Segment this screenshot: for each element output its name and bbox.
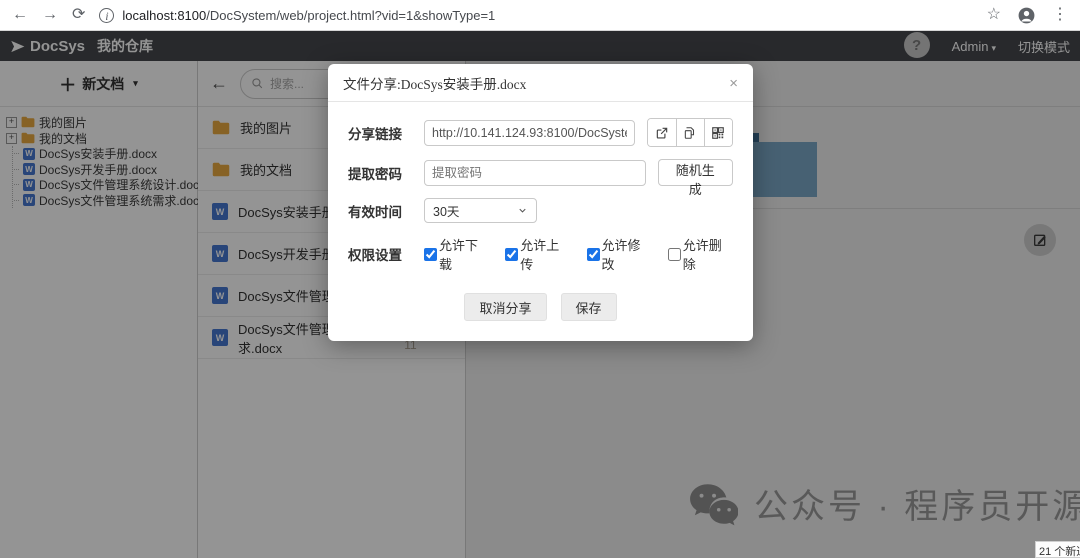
permissions-label: 权限设置 <box>348 244 424 264</box>
external-link-icon <box>655 126 669 140</box>
qr-code-button[interactable] <box>704 119 732 146</box>
perm-label: 允许修改 <box>602 235 652 273</box>
url-path: /DocSystem/web/project.html?vid=1&showTy… <box>206 8 495 23</box>
perm-label: 允许删除 <box>683 235 733 273</box>
perm-allow-upload[interactable]: 允许上传 <box>505 235 570 273</box>
address-bar[interactable]: i localhost:8100/DocSystem/web/project.h… <box>99 8 972 23</box>
expire-value: 30天 <box>433 201 459 220</box>
link-actions <box>647 118 733 147</box>
random-generate-button[interactable]: 随机生成 <box>658 159 733 186</box>
save-button[interactable]: 保存 <box>561 293 617 321</box>
cancel-share-button[interactable]: 取消分享 <box>464 293 546 321</box>
chevron-down-icon <box>517 205 528 216</box>
dialog-title: 文件分享:DocSys安装手册.docx <box>343 73 526 93</box>
notification-toast[interactable]: 21 个新通知 <box>1035 541 1080 558</box>
perm-label: 允许上传 <box>520 235 570 273</box>
perm-allow-delete[interactable]: 允许删除 <box>668 235 733 273</box>
browser-toolbar: ← → ⟳ i localhost:8100/DocSystem/web/pro… <box>0 0 1080 31</box>
perm-checkbox[interactable] <box>668 248 681 261</box>
share-link-input[interactable] <box>424 120 635 146</box>
perm-label: 允许下载 <box>439 235 489 273</box>
perm-checkbox[interactable] <box>505 248 518 261</box>
open-link-button[interactable] <box>648 119 675 146</box>
site-info-icon[interactable]: i <box>99 8 114 23</box>
copy-link-button[interactable] <box>676 119 704 146</box>
close-icon[interactable]: × <box>729 76 738 91</box>
browser-forward-icon[interactable]: → <box>42 7 58 23</box>
browser-menu-icon[interactable]: ⋮ <box>1052 7 1068 23</box>
expire-label: 有效时间 <box>348 201 424 221</box>
url-text: localhost:8100/DocSystem/web/project.htm… <box>122 8 495 23</box>
browser-reload-icon[interactable]: ⟳ <box>72 7 85 23</box>
perm-checkbox[interactable] <box>587 248 600 261</box>
url-host: localhost:8100 <box>122 8 206 23</box>
browser-profile-icon[interactable] <box>1017 6 1036 25</box>
password-label: 提取密码 <box>348 163 424 183</box>
share-link-label: 分享链接 <box>348 123 424 143</box>
perm-allow-download[interactable]: 允许下载 <box>424 235 489 273</box>
page: DocSys 我的仓库 ? Admin▾ 切换模式 ＋ 新文档 ▾ + 我的图片 <box>0 31 1080 558</box>
perm-allow-modify[interactable]: 允许修改 <box>587 235 652 273</box>
share-dialog: 文件分享:DocSys安装手册.docx × 分享链接 <box>328 64 753 341</box>
bookmark-star-icon[interactable]: ☆ <box>987 7 1001 23</box>
browser-back-icon[interactable]: ← <box>12 7 28 23</box>
permissions-group: 允许下载 允许上传 允许修改 允许删除 <box>424 235 733 273</box>
qr-code-icon <box>711 126 725 140</box>
password-input[interactable] <box>424 160 646 186</box>
expire-select[interactable]: 30天 <box>424 198 537 223</box>
copy-icon <box>683 126 697 140</box>
perm-checkbox[interactable] <box>424 248 437 261</box>
